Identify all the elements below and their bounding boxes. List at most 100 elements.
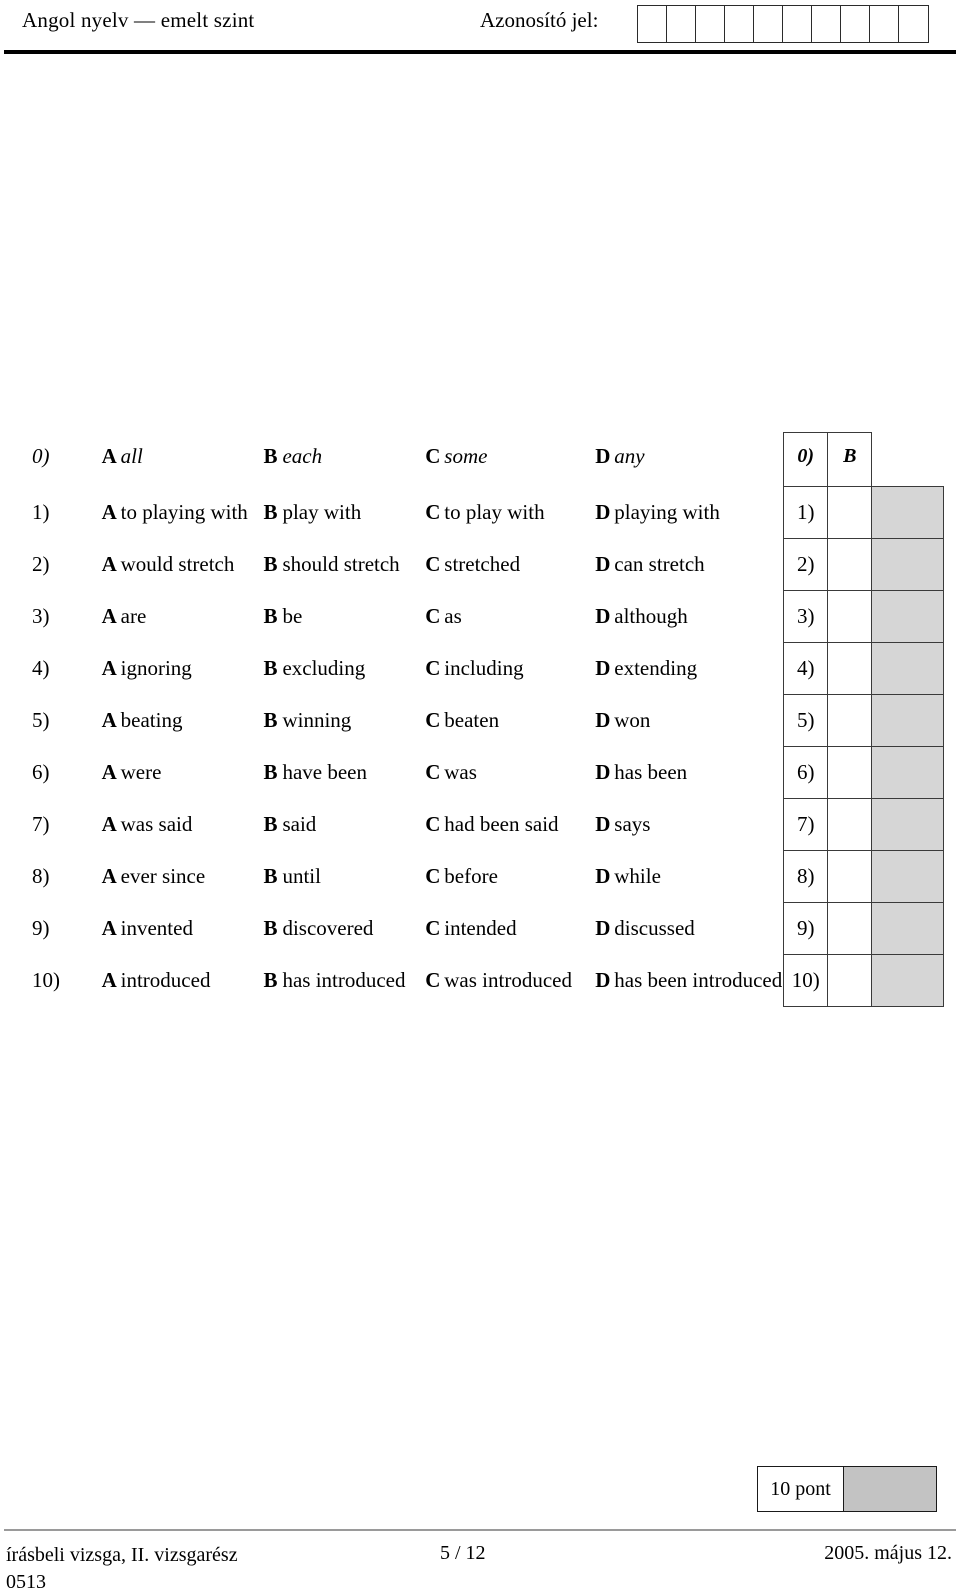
question-row-4-answer-cell[interactable] (827, 642, 873, 695)
question-row-5-option-b[interactable]: Bwinning (263, 695, 425, 747)
question-row-example-answer-cell[interactable]: B (827, 432, 873, 487)
question-row-6-option-a[interactable]: Awere (102, 747, 264, 799)
question-row-6-examiner-cell[interactable] (871, 746, 944, 799)
question-row-10-option-a[interactable]: Aintroduced (102, 955, 264, 1007)
question-row-7-examiner-cell[interactable] (871, 798, 944, 851)
identifier-box-7[interactable] (812, 6, 841, 42)
identifier-box-5[interactable] (754, 6, 783, 42)
option-text: be (282, 603, 303, 628)
question-row-5-examiner-cell[interactable] (871, 694, 944, 747)
identifier-box-2[interactable] (667, 6, 696, 42)
question-row-4-option-d[interactable]: Dextending (595, 643, 783, 695)
identifier-boxes[interactable] (637, 5, 929, 43)
points-examiner-cell[interactable] (844, 1467, 936, 1511)
question-row-5-grid-number: 5) (783, 694, 829, 747)
question-row-6-option-d[interactable]: Dhas been (595, 747, 783, 799)
identifier-box-4[interactable] (725, 6, 754, 42)
question-row-7-option-c[interactable]: Chad been said (425, 799, 595, 851)
question-row-1-option-d[interactable]: Dplaying with (595, 487, 783, 539)
question-row-3-answer-cell[interactable] (827, 590, 873, 643)
option-letter-b: B (263, 759, 278, 784)
question-row-5-option-c[interactable]: Cbeaten (425, 695, 595, 747)
identifier-box-8[interactable] (841, 6, 870, 42)
option-text: discussed (614, 915, 695, 940)
question-row-8-answer-cell[interactable] (827, 850, 873, 903)
option-letter-a: A (101, 915, 117, 940)
question-row-1-examiner-cell[interactable] (871, 486, 944, 539)
question-row-3-option-b[interactable]: Bbe (263, 591, 425, 643)
question-row-4-option-c[interactable]: Cincluding (425, 643, 595, 695)
question-row-example-option-c[interactable]: Csome (425, 433, 595, 487)
question-row-2-answer-cell[interactable] (827, 538, 873, 591)
question-row-10-examiner-cell[interactable] (871, 954, 944, 1007)
question-row-5-answer-cell[interactable] (827, 694, 873, 747)
question-row-3-examiner-cell[interactable] (871, 590, 944, 643)
question-row-example-grid-spacer (872, 433, 944, 487)
option-text: discovered (282, 915, 374, 940)
question-row-1-option-b[interactable]: Bplay with (263, 487, 425, 539)
question-row-10-option-b[interactable]: Bhas introduced (263, 955, 425, 1007)
question-row-9-option-d[interactable]: Ddiscussed (595, 903, 783, 955)
question-row-10-answer-cell[interactable] (827, 954, 873, 1007)
question-row-6-option-c[interactable]: Cwas (425, 747, 595, 799)
question-row-example-option-d[interactable]: Dany (595, 433, 783, 487)
identifier-box-1[interactable] (638, 6, 667, 42)
question-row-2-examiner-cell[interactable] (871, 538, 944, 591)
question-row-7-option-d[interactable]: Dsays (595, 799, 783, 851)
option-text: each (282, 443, 323, 468)
question-row-6-option-b[interactable]: Bhave been (263, 747, 425, 799)
question-row-7-answer-cell[interactable] (827, 798, 873, 851)
option-letter-d: D (595, 811, 611, 836)
identifier-box-10[interactable] (899, 6, 928, 42)
question-row-9-option-c[interactable]: Cintended (425, 903, 595, 955)
option-letter-c: C (425, 915, 441, 940)
question-row-4-examiner-cell[interactable] (871, 642, 944, 695)
option-letter-a: A (101, 655, 117, 680)
question-row-7-option-a[interactable]: Awas said (102, 799, 264, 851)
question-row-5-option-a[interactable]: Abeating (102, 695, 264, 747)
question-row-8-option-c[interactable]: Cbefore (425, 851, 595, 903)
question-row-2-option-c[interactable]: Cstretched (425, 539, 595, 591)
question-row-2-option-b[interactable]: Bshould stretch (263, 539, 425, 591)
option-letter-c: C (425, 811, 441, 836)
question-row-8-examiner-cell[interactable] (871, 850, 944, 903)
question-row-example-grid-number: 0) (783, 432, 829, 487)
question-row-9-option-a[interactable]: Ainvented (102, 903, 264, 955)
question-row-6-answer-cell[interactable] (827, 746, 873, 799)
footer-exam-code: 0513 (6, 1571, 46, 1593)
question-row-3-option-c[interactable]: Cas (425, 591, 595, 643)
question-row-4-option-a[interactable]: Aignoring (102, 643, 264, 695)
question-row-8-option-a[interactable]: Aever since (102, 851, 264, 903)
question-row-7-option-b[interactable]: Bsaid (263, 799, 425, 851)
footer-exam-part: írásbeli vizsga, II. vizsgarész 0513 (6, 1542, 238, 1596)
question-row-2-option-a[interactable]: Awould stretch (102, 539, 264, 591)
question-row-4-option-b[interactable]: Bexcluding (263, 643, 425, 695)
question-row-1-option-c[interactable]: Cto play with (425, 487, 595, 539)
option-letter-a: A (101, 811, 117, 836)
question-row-1-option-a[interactable]: Ato playing with (102, 487, 264, 539)
question-row-10-option-c[interactable]: Cwas introduced (425, 955, 595, 1007)
option-text: winning (282, 707, 352, 732)
question-row-10-grid-number: 10) (783, 954, 829, 1007)
option-letter-c: C (425, 443, 441, 468)
question-row-10-option-d[interactable]: Dhas been introduced (595, 955, 783, 1007)
option-text: although (614, 603, 688, 628)
question-row-example-option-a[interactable]: Aall (102, 433, 264, 487)
question-row-8-option-b[interactable]: Buntil (263, 851, 425, 903)
question-row-2-option-d[interactable]: Dcan stretch (595, 539, 783, 591)
question-row-3-option-a[interactable]: Aare (102, 591, 264, 643)
identifier-box-9[interactable] (870, 6, 899, 42)
question-row-7: 7) Awas said Bsaid Chad been said Dsays 7) (32, 798, 944, 851)
question-row-3-option-d[interactable]: Dalthough (595, 591, 783, 643)
question-row-9-answer-cell[interactable] (827, 902, 873, 955)
question-row-example-option-b[interactable]: Beach (263, 433, 425, 487)
question-row-8-option-d[interactable]: Dwhile (595, 851, 783, 903)
question-row-1-answer-cell[interactable] (827, 486, 873, 539)
identifier-box-6[interactable] (783, 6, 812, 42)
identifier-box-3[interactable] (696, 6, 725, 42)
option-letter-b: B (263, 655, 278, 680)
question-row-9-option-b[interactable]: Bdiscovered (263, 903, 425, 955)
question-row-5-option-d[interactable]: Dwon (595, 695, 783, 747)
option-text: playing with (614, 499, 720, 524)
question-row-9-examiner-cell[interactable] (871, 902, 944, 955)
